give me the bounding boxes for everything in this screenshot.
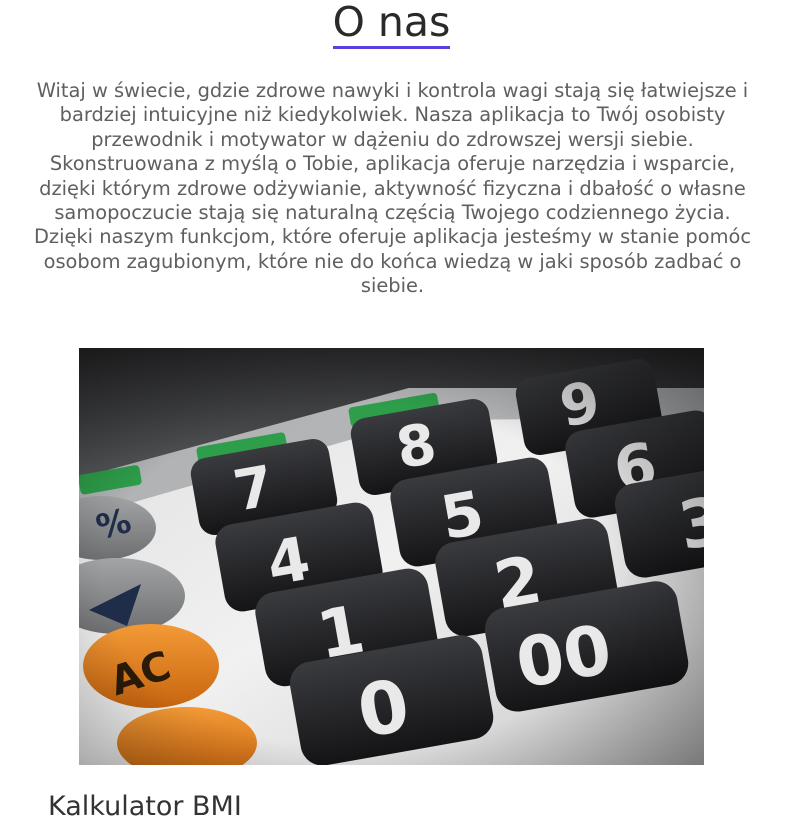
page-title: O nas — [0, 0, 783, 49]
calculator-photo: % AC 7 8 9 4 — [79, 348, 704, 765]
calculator-photo-svg: % AC 7 8 9 4 — [79, 348, 704, 765]
about-description: Witaj w świecie, gdzie zdrowe nawyki i k… — [33, 79, 752, 298]
page-title-link[interactable]: O nas — [332, 0, 451, 49]
bmi-calculator-heading: Kalkulator BMI — [48, 791, 242, 822]
